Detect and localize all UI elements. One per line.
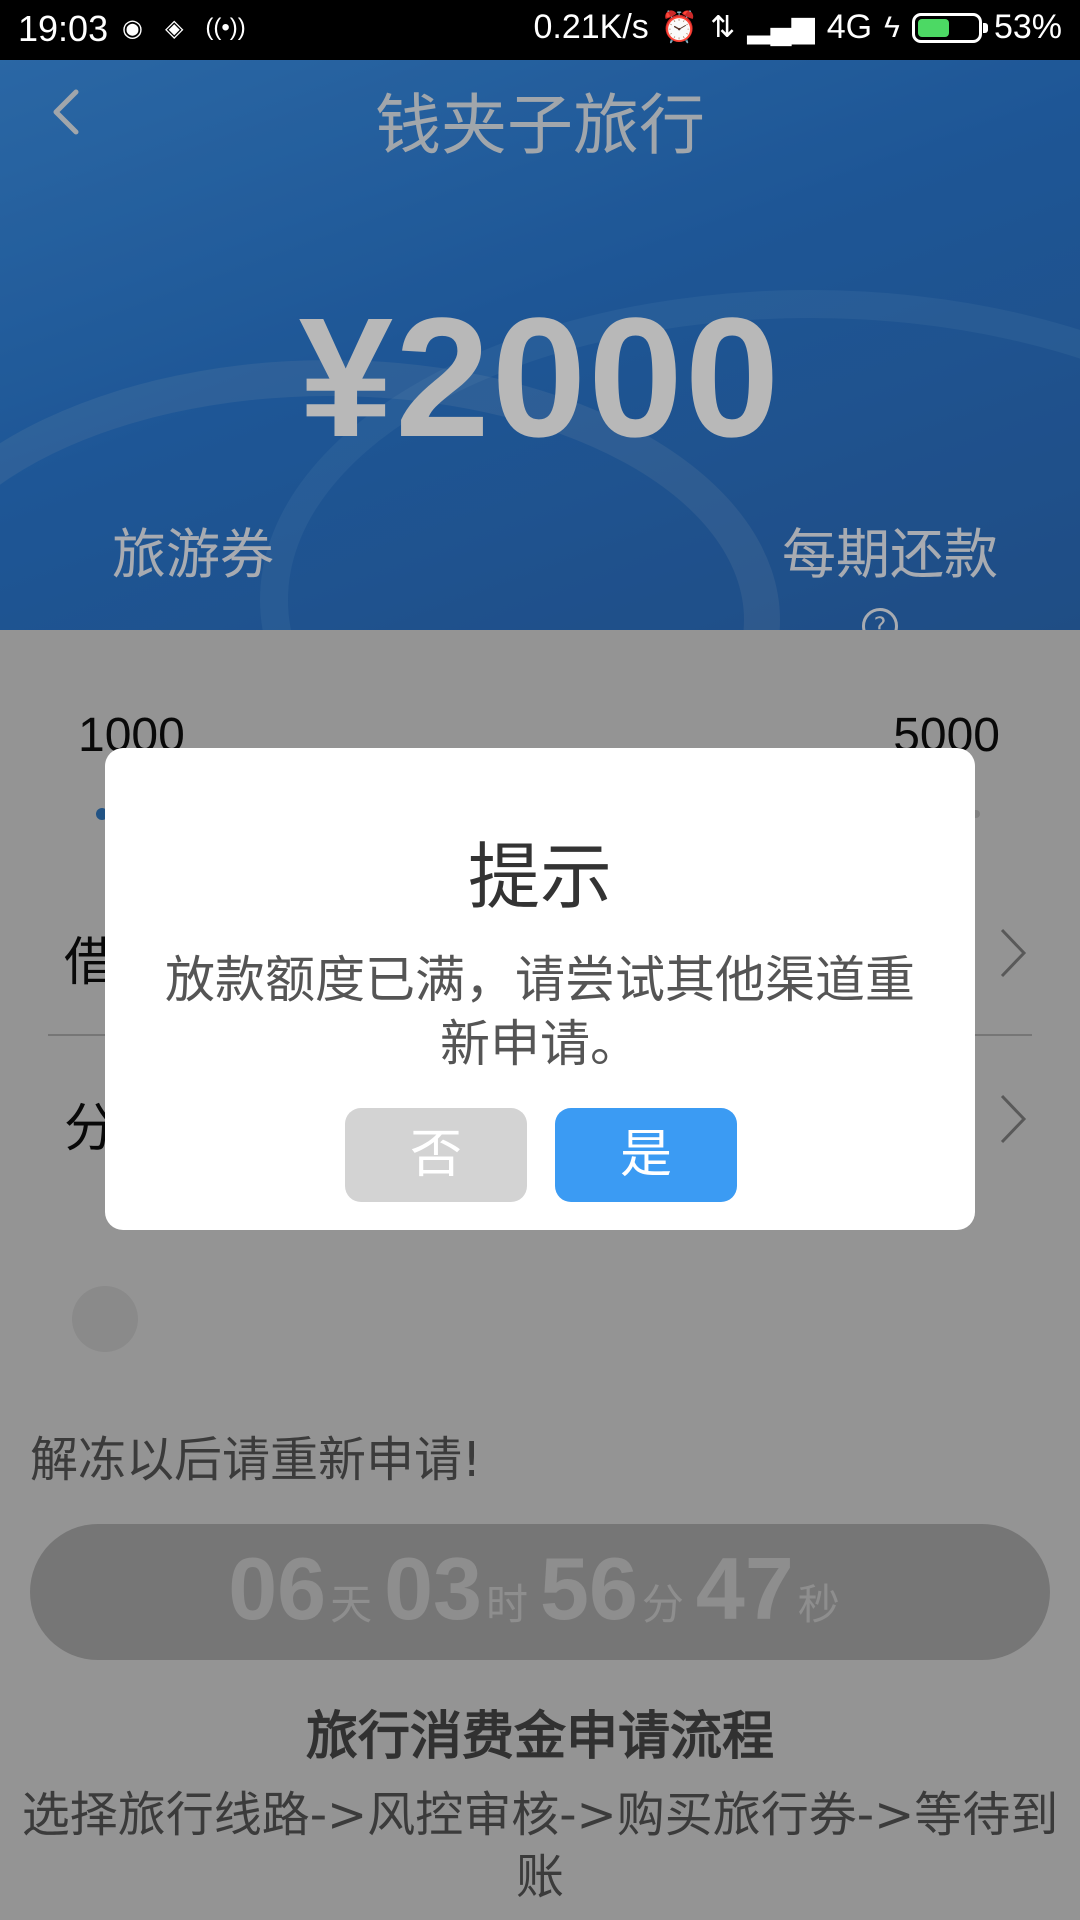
hotspot-icon: ((•))	[205, 14, 246, 41]
header-dim-overlay	[0, 60, 1080, 630]
data-transfer-icon: ⇅	[710, 11, 736, 44]
status-right: 0.21K/s ⏰ ⇅ ▂▄▆ 4G ϟ 53%	[533, 8, 1062, 47]
dialog-message: 放款额度已满，请尝试其他渠道重新申请。	[165, 951, 915, 1073]
signal-icon: ▂▄▆	[747, 11, 815, 44]
charging-icon: ϟ	[884, 10, 900, 44]
weibo-icon: ◉	[122, 15, 143, 42]
yes-button[interactable]: 是	[555, 1108, 737, 1202]
alarm-icon: ⏰	[660, 11, 699, 44]
battery-icon	[911, 12, 988, 43]
battery-level	[917, 18, 949, 37]
battery-percent: 53%	[993, 8, 1062, 46]
network-type: 4G	[826, 8, 873, 46]
dialog-title: 提示	[467, 835, 612, 919]
alert-dialog: 提示 放款额度已满，请尝试其他渠道重新申请。 否 是	[105, 748, 975, 1230]
net-speed: 0.21K/s	[533, 8, 649, 46]
no-button[interactable]: 否	[345, 1108, 527, 1202]
notification-icons: ◉ ◈ ((•))	[122, 14, 246, 43]
status-time: 19:03	[18, 8, 109, 49]
sync-icon: ◈	[164, 15, 184, 42]
status-bar: 19:03 ◉ ◈ ((•)) 0.21K/s ⏰ ⇅ ▂▄▆ 4G ϟ 53%	[0, 0, 1080, 60]
